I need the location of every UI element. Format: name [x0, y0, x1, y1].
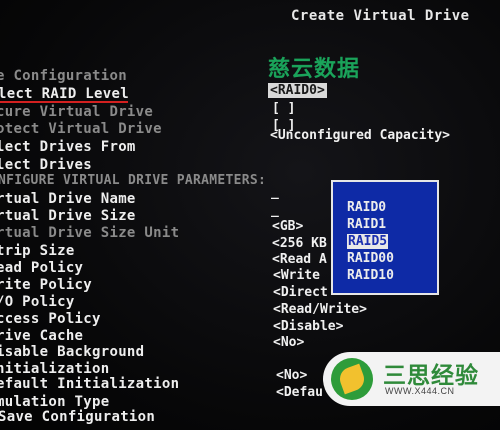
raid-option-raid5[interactable]: RAID5 — [347, 234, 389, 249]
menu-select-drives[interactable]: lect Drives — [0, 157, 92, 173]
raid-level-value[interactable]: <RAID0> — [268, 83, 327, 98]
section-heading: NFIGURE VIRTUAL DRIVE PARAMETERS: — [0, 173, 267, 188]
vd-name-field[interactable]: _ — [271, 185, 279, 200]
menu-default-initialization[interactable]: efault Initialization — [0, 376, 179, 392]
menu-io-policy[interactable]: /O Policy — [0, 294, 75, 310]
vd-size-field[interactable]: _ — [271, 203, 279, 218]
menu-drive-cache[interactable]: rive Cache — [0, 328, 83, 344]
menu-virtual-drive-size-unit[interactable]: rtual Drive Size Unit — [0, 225, 179, 241]
read-policy-value[interactable]: <Read A — [272, 252, 327, 267]
menu-emulation-type[interactable]: mulation Type — [0, 394, 109, 410]
raid-option-raid0[interactable]: RAID0 — [347, 200, 386, 215]
watermark: 慈云数据 — [268, 57, 361, 82]
access-policy-value[interactable]: <Read/Write> — [273, 302, 367, 317]
menu-secure-virtual-drive[interactable]: cure Virtual Drive — [0, 104, 153, 120]
logo-leaf-icon — [331, 358, 373, 400]
menu-select-raid-level[interactable]: lect RAID Level — [0, 86, 129, 102]
menu-protect-virtual-drive[interactable]: otect Virtual Drive — [0, 121, 162, 137]
site-logo: 三思经验 WWW.X444.CN — [323, 352, 500, 406]
bios-screen: Create Virtual Drive 慈云数据 e Configuratio… — [0, 0, 500, 430]
menu-access-policy[interactable]: ccess Policy — [0, 311, 101, 327]
menu-virtual-drive-name[interactable]: rtual Drive Name — [0, 191, 136, 207]
selection-underline — [0, 101, 128, 103]
menu-strip-size[interactable]: trip Size — [0, 243, 75, 259]
default-init-value[interactable]: <No> — [276, 368, 307, 383]
menu-disable-background[interactable]: isable Background — [0, 344, 144, 360]
menu-write-policy[interactable]: rite Policy — [0, 277, 92, 293]
menu-virtual-drive-size[interactable]: rtual Drive Size — [0, 208, 136, 224]
menu-select-drives-from[interactable]: lect Drives From — [0, 139, 136, 155]
menu-read-policy[interactable]: ead Policy — [0, 260, 83, 276]
size-unit-value[interactable]: <GB> — [272, 219, 303, 234]
page-title: Create Virtual Drive — [291, 8, 470, 24]
write-policy-value[interactable]: <Write — [273, 268, 320, 283]
menu-save-configuration[interactable]: Save Configuration — [0, 409, 155, 425]
strip-size-value[interactable]: <256 KB — [272, 236, 327, 251]
io-policy-value[interactable]: <Direct — [273, 285, 328, 300]
raid-level-popup: RAID0 RAID1 RAID5 RAID00 RAID10 — [331, 180, 439, 295]
disable-bgi-value[interactable]: <No> — [273, 335, 304, 350]
menu-initialization: nitialization — [0, 361, 110, 377]
raid-option-raid1[interactable]: RAID1 — [347, 217, 386, 232]
menu-base-configuration[interactable]: e Configuration — [0, 68, 127, 84]
select-drives-from-value[interactable]: <Unconfigured Capacity> — [270, 128, 450, 143]
emulation-value[interactable]: <Defau — [276, 385, 323, 400]
logo-url: WWW.X444.CN — [385, 386, 455, 396]
raid-option-raid00[interactable]: RAID00 — [347, 251, 394, 266]
logo-name: 三思经验 — [383, 363, 479, 389]
drive-cache-value[interactable]: <Disable> — [273, 319, 343, 334]
secure-checkbox[interactable]: [ ] — [272, 101, 295, 116]
raid-option-raid10[interactable]: RAID10 — [347, 268, 394, 283]
